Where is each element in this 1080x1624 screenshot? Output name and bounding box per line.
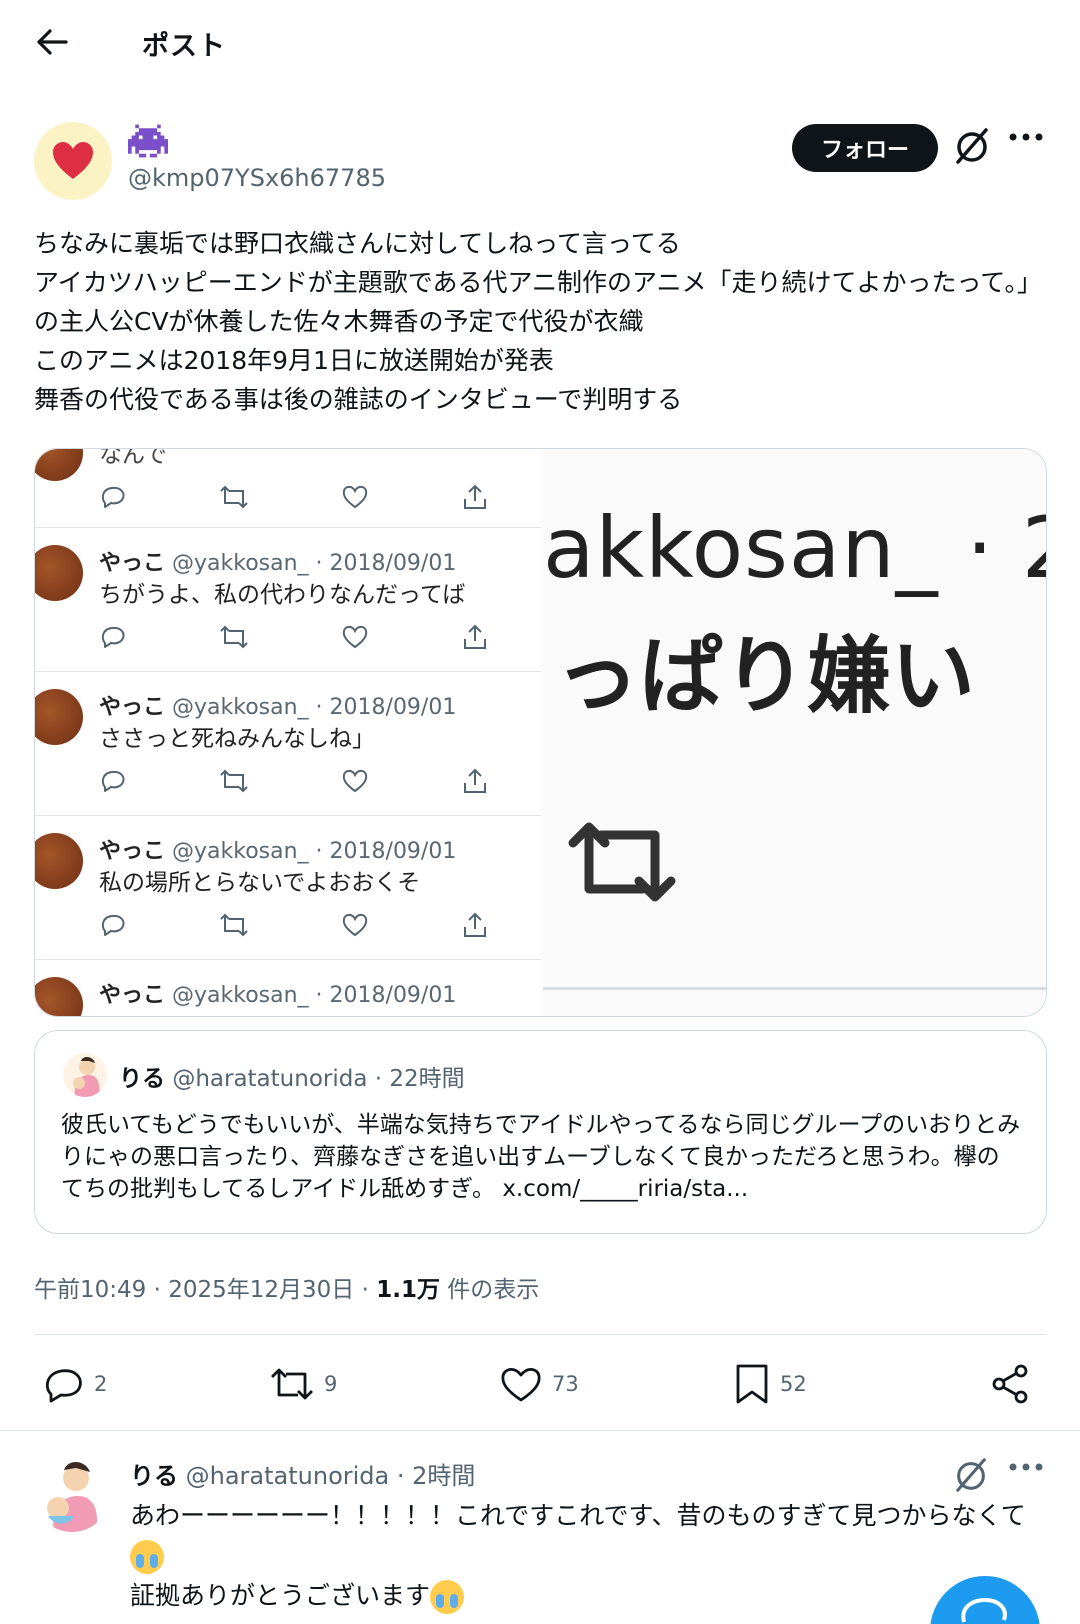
- bookmark-icon: [736, 1364, 768, 1404]
- reply-grok-button[interactable]: [952, 1456, 992, 1496]
- repost-count: 9: [324, 1372, 338, 1396]
- quote-avatar: [63, 1053, 107, 1097]
- shot-tweet-header: やっこ @yakkosan_ · 2018/09/01: [99, 983, 457, 1008]
- quoted-post[interactable]: りる @haratatunorida · 22時間 彼氏いてもどうでもいいが、半…: [34, 1030, 1047, 1234]
- space-invader-icon: [128, 124, 168, 158]
- shot-tweet-text: ささっと死ねみんなしね」: [99, 726, 375, 752]
- zoomed-handle-text: akkosan_ · 2: [543, 499, 1047, 597]
- more-dots-icon: [1009, 133, 1043, 141]
- shot-avatar: [35, 689, 83, 745]
- shot-tweet-header: やっこ @yakkosan_ · 2018/09/01: [99, 695, 457, 720]
- shot-avatar: [35, 977, 83, 1016]
- share-icon: [464, 912, 486, 937]
- shot-actions: [99, 767, 499, 795]
- shot-actions: [99, 483, 499, 511]
- bookmark-count: 52: [780, 1372, 807, 1396]
- repost-icon: [271, 1368, 313, 1400]
- back-button[interactable]: [30, 22, 74, 62]
- divider: [34, 1334, 1047, 1335]
- quote-text: 彼氏いてもどうでもいいが、半端な気持ちでアイドルやってるなら同じグループのいおり…: [61, 1112, 1021, 1202]
- grok-icon: [956, 128, 988, 164]
- reply-icon: [101, 486, 125, 508]
- like-count: 73: [552, 1372, 579, 1396]
- shot-separator: [35, 671, 541, 672]
- follow-button[interactable]: フォロー: [792, 124, 938, 172]
- shot-tweet-text: なんで: [99, 449, 167, 468]
- view-count-label: 件の表示: [447, 1277, 540, 1303]
- shot-separator: [35, 815, 541, 816]
- divider: [0, 1430, 1080, 1431]
- media-image-1[interactable]: なんで やっこ @yakkosan_ · 2018/09/01 ちがうよ、私の代…: [35, 449, 541, 1016]
- reply-text: あわーーーーーー！！！！！これですこれです、昔のものすぎて見つからなくて 証拠あり…: [130, 1496, 1050, 1616]
- heart-avatar-icon: [53, 142, 93, 179]
- share-icon: [464, 484, 486, 509]
- crying-face-icon: [130, 1540, 164, 1574]
- shot-actions: [99, 623, 499, 651]
- shot-separator: [35, 959, 541, 960]
- more-dots-icon: [1009, 1463, 1043, 1471]
- grok-icon: [956, 1458, 986, 1492]
- reply-icon: [101, 770, 125, 792]
- page-title: ポスト: [142, 31, 226, 62]
- media-image-2[interactable]: akkosan_ · 2 っぱり嫌い: [543, 449, 1047, 1016]
- zoomed-tweet-text: っぱり嫌い: [555, 627, 976, 725]
- author-avatar[interactable]: [34, 122, 112, 200]
- reply-more-button[interactable]: [1008, 1458, 1052, 1494]
- reply-icon: [101, 626, 125, 648]
- reply-icon: [45, 1369, 82, 1403]
- shot-tweet-header: やっこ @yakkosan_ · 2018/09/01: [99, 839, 457, 864]
- post-timestamp[interactable]: 午前10:49 · 2025年12月30日 ·: [34, 1277, 369, 1303]
- arrow-left-icon: [37, 29, 68, 55]
- compose-icon: [961, 1597, 1007, 1623]
- share-button[interactable]: [990, 1360, 1030, 1408]
- repost-button[interactable]: 9: [270, 1360, 337, 1408]
- compose-reply-button[interactable]: [930, 1576, 1040, 1624]
- zoomed-retweet-icon: [568, 822, 676, 902]
- more-options-button[interactable]: [1008, 128, 1052, 168]
- bookmark-button[interactable]: 52: [734, 1360, 807, 1408]
- heart-icon: [342, 769, 368, 793]
- heart-icon: [342, 485, 368, 509]
- shot-tweet-text: ちがうよ、私の代わりなんだってば: [99, 582, 466, 608]
- shot-avatar: [35, 449, 83, 481]
- heart-icon: [342, 625, 368, 649]
- shot-tweet-text: 私の場所とらないでよおおくそ: [99, 870, 421, 896]
- author-handle[interactable]: @kmp07YSx6h67785: [128, 164, 386, 192]
- share-icon: [992, 1364, 1028, 1404]
- reply-avatar[interactable]: [34, 1456, 110, 1532]
- crying-face-icon: [430, 1580, 465, 1614]
- shot-avatar: [35, 545, 83, 601]
- shot-actions: [99, 911, 499, 939]
- reply-icon: [101, 914, 125, 936]
- retweet-icon: [220, 913, 248, 937]
- post-media[interactable]: なんで やっこ @yakkosan_ · 2018/09/01 ちがうよ、私の代…: [34, 448, 1047, 1017]
- shot-separator: [35, 527, 541, 528]
- heart-icon: [342, 913, 368, 937]
- reply-count: 2: [94, 1372, 108, 1396]
- share-icon: [464, 768, 486, 793]
- reply-author: りる @haratatunorida · 2時間: [130, 1462, 476, 1490]
- heart-icon: [501, 1368, 541, 1402]
- post-meta: 午前10:49 · 2025年12月30日 · 1.1万 件の表示: [34, 1270, 539, 1304]
- like-button[interactable]: 73: [500, 1360, 579, 1408]
- shot-tweet-header: やっこ @yakkosan_ · 2018/09/01: [99, 551, 457, 576]
- grok-button[interactable]: [952, 126, 996, 170]
- share-icon: [464, 624, 486, 649]
- zoomed-divider: [543, 987, 1046, 990]
- retweet-icon: [220, 485, 248, 509]
- post-text: ちなみに裏垢では野口衣織さんに対してしねって言ってる アイカツハッピーエンドが主…: [34, 229, 1043, 414]
- retweet-icon: [220, 625, 248, 649]
- quote-author: りる @haratatunorida · 22時間: [119, 1066, 465, 1092]
- shot-avatar: [35, 833, 83, 889]
- reply-button[interactable]: 2: [42, 1360, 107, 1408]
- retweet-icon: [220, 769, 248, 793]
- view-count: 1.1万: [376, 1277, 440, 1303]
